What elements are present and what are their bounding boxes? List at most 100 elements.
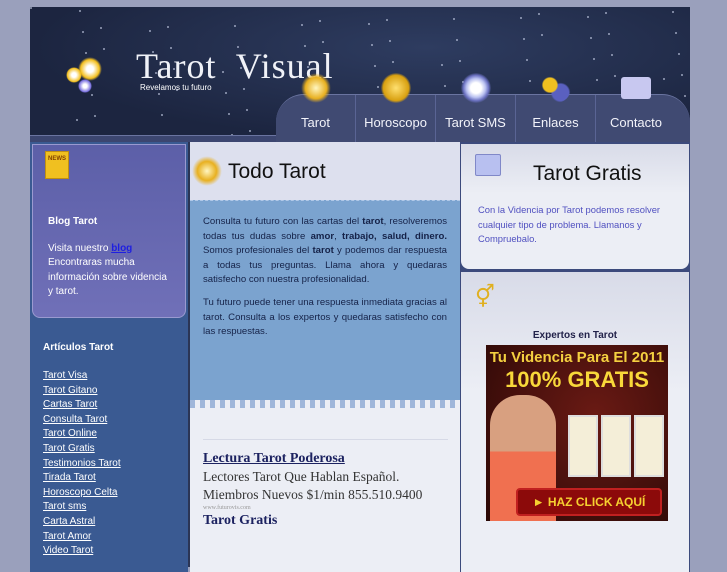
nav-tarot[interactable]: Tarot <box>276 73 356 142</box>
ad-title-link[interactable]: Lectura Tarot Poderosa <box>203 450 448 468</box>
main-nav: Tarot Horoscopo Tarot SMS Enlaces Contac… <box>276 73 690 142</box>
article-link[interactable]: Testimonios Tarot <box>43 457 121 472</box>
nav-label: Tarot SMS <box>445 115 506 130</box>
nav-horoscopo[interactable]: Horoscopo <box>356 73 436 142</box>
star-decoration <box>161 114 163 116</box>
star-decoration <box>459 60 461 62</box>
article-link[interactable]: Video Tarot <box>43 544 121 559</box>
nav-label: Horoscopo <box>364 115 427 130</box>
sun-icon <box>78 57 102 81</box>
star-decoration <box>453 18 455 20</box>
articles-list: Artículos Tarot Tarot Visa Tarot Gitano Ca… <box>43 342 121 559</box>
star-decoration <box>611 54 613 56</box>
star-decoration <box>322 41 324 43</box>
star-decoration <box>444 85 446 87</box>
tarot-card-image <box>601 415 631 477</box>
banner-line1: Tu Videncia Para El 2011 <box>489 349 665 366</box>
ad-title-link[interactable]: Tarot Gratis <box>203 512 448 530</box>
star-decoration <box>371 44 373 46</box>
page-container: Tarot Visual Revelamos tu futuro Tarot H… <box>30 7 690 572</box>
tarot-gratis-box: Tarot Gratis Con la Videncia por Tarot p… <box>461 144 689 269</box>
star-decoration <box>605 12 607 14</box>
blog-title: Blog Tarot <box>48 216 98 227</box>
page-title: Todo Tarot <box>228 160 326 183</box>
star-decoration <box>103 48 105 50</box>
star-decoration <box>520 17 522 19</box>
article-link[interactable]: Horoscopo Celta <box>43 486 121 501</box>
intro-box: Consulta tu futuro con las cartas del ta… <box>190 200 460 400</box>
star-decoration <box>663 78 665 80</box>
cards-icon <box>475 154 501 176</box>
box-title: Tarot Gratis <box>533 162 642 185</box>
banner-line2: 100% GRATIS <box>505 367 649 392</box>
star-decoration <box>76 119 78 121</box>
nav-tarot-sms[interactable]: Tarot SMS <box>436 73 516 142</box>
star-decoration <box>30 7 32 9</box>
star-decoration <box>246 109 248 111</box>
blog-text-after: Encontraras mucha información sobre vide… <box>48 257 167 297</box>
box-title: Expertos en Tarot <box>532 330 618 341</box>
right-sidebar: Tarot Gratis Con la Videncia por Tarot p… <box>460 142 690 572</box>
star-decoration <box>249 130 251 132</box>
stars-icon <box>192 156 222 186</box>
ad-block: Lectura Tarot Poderosa Lectores Tarot Qu… <box>203 439 448 530</box>
star-decoration <box>243 88 245 90</box>
article-link[interactable]: Tarot sms <box>43 500 121 515</box>
envelope-icon <box>621 77 651 99</box>
main-header: Todo Tarot <box>190 142 460 200</box>
article-link[interactable]: Tirada Tarot <box>43 471 121 486</box>
star-decoration <box>456 39 458 41</box>
article-link[interactable]: Tarot Gitano <box>43 384 121 399</box>
star-decoration <box>526 59 528 61</box>
star-decoration <box>538 13 540 15</box>
star-decoration <box>523 38 525 40</box>
star-decoration <box>368 23 370 25</box>
logo-tagline: Revelamos tu futuro <box>140 83 212 92</box>
star-icon <box>78 79 92 93</box>
article-link[interactable]: Tarot Online <box>43 427 121 442</box>
news-icon: NEWS <box>45 151 69 179</box>
star-decoration <box>234 25 236 27</box>
star-decoration <box>587 16 589 18</box>
star-decoration <box>301 24 303 26</box>
article-link[interactable]: Tarot Gratis <box>43 442 121 457</box>
star-decoration <box>590 37 592 39</box>
article-link[interactable]: Consulta Tarot <box>43 413 121 428</box>
star-decoration <box>225 92 227 94</box>
haz-click-button[interactable]: ► HAZ CLICK AQUÍ <box>516 488 662 516</box>
nav-label: Tarot <box>301 115 330 130</box>
star-decoration <box>319 20 321 22</box>
stars-icon <box>301 73 331 103</box>
expertos-box: ⚥ Expertos en Tarot Tu Videncia Para El … <box>461 272 689 572</box>
star-decoration <box>392 61 394 63</box>
site-header: Tarot Visual Revelamos tu futuro Tarot H… <box>30 7 690 142</box>
main-content: Todo Tarot Consulta tu futuro con las ca… <box>190 142 460 572</box>
star-decoration <box>678 53 680 55</box>
nav-label: Contacto <box>609 115 663 130</box>
article-link[interactable]: Tarot Amor <box>43 530 121 545</box>
ad-url[interactable]: www.futurovis.com <box>203 504 448 512</box>
blog-box: NEWS Blog Tarot Visita nuestro blog Encon… <box>32 144 186 318</box>
articles-title: Artículos Tarot <box>43 342 114 353</box>
star-decoration <box>228 113 230 115</box>
star-decoration <box>91 94 93 96</box>
star-decoration <box>167 26 169 28</box>
nav-contacto[interactable]: Contacto <box>596 77 676 142</box>
tarot-card-image <box>634 415 664 477</box>
blog-link[interactable]: blog <box>111 243 132 254</box>
nav-enlaces[interactable]: Enlaces <box>516 73 596 142</box>
article-link[interactable]: Cartas Tarot <box>43 398 121 413</box>
star-decoration <box>100 27 102 29</box>
star-decoration <box>85 52 87 54</box>
article-link[interactable]: Carta Astral <box>43 515 121 530</box>
star-decoration <box>681 74 683 76</box>
ad-banner[interactable]: Tu Videncia Para El 2011 100% GRATIS ► H… <box>486 345 668 521</box>
star-decoration <box>377 86 379 88</box>
star-decoration <box>614 75 616 77</box>
star-decoration <box>541 34 543 36</box>
star-decoration <box>596 79 598 81</box>
zigzag-divider <box>190 400 460 408</box>
article-link[interactable]: Tarot Visa <box>43 369 121 384</box>
star-decoration <box>608 33 610 35</box>
blog-text: Visita nuestro blog Encontraras mucha inf… <box>48 242 171 300</box>
